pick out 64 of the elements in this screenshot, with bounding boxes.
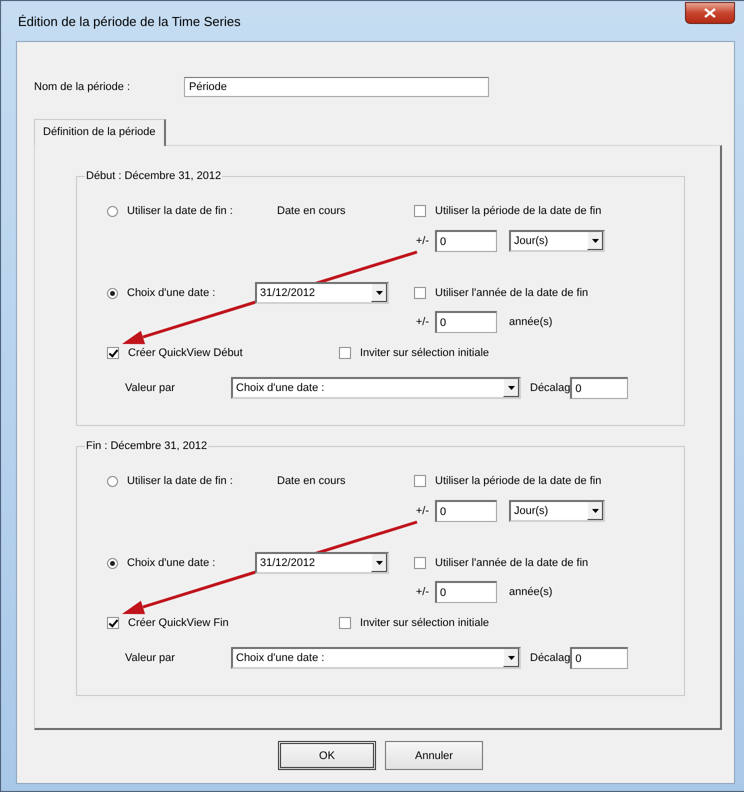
radio-button[interactable] xyxy=(107,558,118,568)
checkbox-label: Inviter sur sélection initiale xyxy=(360,617,490,629)
checkbox[interactable] xyxy=(107,617,119,629)
radio-button[interactable] xyxy=(107,476,118,486)
offset-field[interactable]: 0 xyxy=(570,377,628,399)
checkbox[interactable] xyxy=(339,347,351,359)
dialog-button[interactable]: Annuler xyxy=(385,741,483,770)
value-text: Date en cours xyxy=(277,205,346,217)
unit-label: année(s) xyxy=(509,316,552,328)
radio-button[interactable] xyxy=(107,206,118,216)
checkbox-label: Utiliser l'année de la date de fin xyxy=(435,287,588,299)
checkbox[interactable] xyxy=(339,617,351,629)
radio-button[interactable] xyxy=(107,288,118,298)
offset-field[interactable]: 0 xyxy=(435,581,497,603)
checkbox-label: Utiliser la période de la date de fin xyxy=(435,205,602,217)
window-title: Édition de la période de la Time Series xyxy=(18,14,241,28)
field-label: Valeur par xyxy=(125,652,176,664)
value-dropdown[interactable]: Choix d'une date : xyxy=(231,647,521,669)
group-title: Début : Décembre 31, 2012 xyxy=(85,170,222,182)
sign-label: +/- xyxy=(414,586,429,598)
sign-label: +/- xyxy=(414,316,429,328)
radio-label: Utiliser la date de fin : xyxy=(127,205,234,217)
unit-dropdown[interactable]: Jour(s) xyxy=(509,230,605,252)
dialog-button[interactable]: OK xyxy=(278,741,376,770)
checkbox[interactable] xyxy=(107,347,119,359)
radio-label: Choix d'une date : xyxy=(127,557,216,569)
field-label: Valeur par xyxy=(125,382,176,394)
checkbox[interactable] xyxy=(414,205,426,217)
radio-label: Choix d'une date : xyxy=(127,287,216,299)
value-dropdown[interactable]: Choix d'une date : xyxy=(231,377,521,399)
checkbox[interactable] xyxy=(414,475,426,487)
offset-field[interactable]: 0 xyxy=(435,230,497,252)
checkbox[interactable] xyxy=(414,287,426,299)
tab[interactable]: Définition de la période xyxy=(34,119,166,146)
name-field[interactable]: Période xyxy=(184,77,489,97)
dropdown-arrow-icon xyxy=(508,386,514,390)
checkbox-label: Inviter sur sélection initiale xyxy=(360,347,490,359)
sign-label: +/- xyxy=(414,505,429,517)
dropdown-arrow-icon xyxy=(592,238,598,242)
value-text: Date en cours xyxy=(277,475,346,487)
unit-dropdown[interactable]: Jour(s) xyxy=(509,500,605,522)
checkbox-label: Utiliser l'année de la date de fin xyxy=(435,557,588,569)
offset-field[interactable]: 0 xyxy=(435,311,497,333)
group-title: Fin : Décembre 31, 2012 xyxy=(85,440,208,452)
radio-label: Utiliser la date de fin : xyxy=(127,475,234,487)
checkbox[interactable] xyxy=(414,557,426,569)
field-label: Nom de la période : xyxy=(34,81,131,93)
dropdown-arrow-icon xyxy=(592,508,598,512)
field-label: Décalag xyxy=(530,382,570,394)
sign-label: +/- xyxy=(414,235,429,247)
unit-label: année(s) xyxy=(509,586,552,598)
close-icon xyxy=(704,8,716,18)
field-label: Décalag xyxy=(530,652,570,664)
dropdown-arrow-icon xyxy=(508,656,514,660)
dropdown-arrow-icon xyxy=(376,560,382,564)
dropdown-arrow-icon xyxy=(376,290,382,294)
checkbox-label: Créer QuickView Début xyxy=(128,347,243,359)
date-dropdown[interactable]: 31/12/2012 xyxy=(255,552,389,574)
offset-field[interactable]: 0 xyxy=(435,500,497,522)
date-dropdown[interactable]: 31/12/2012 xyxy=(255,282,389,304)
close-button[interactable] xyxy=(685,2,735,24)
checkbox-label: Utiliser la période de la date de fin xyxy=(435,475,602,487)
offset-field[interactable]: 0 xyxy=(570,647,628,669)
checkbox-label: Créer QuickView Fin xyxy=(128,617,229,629)
